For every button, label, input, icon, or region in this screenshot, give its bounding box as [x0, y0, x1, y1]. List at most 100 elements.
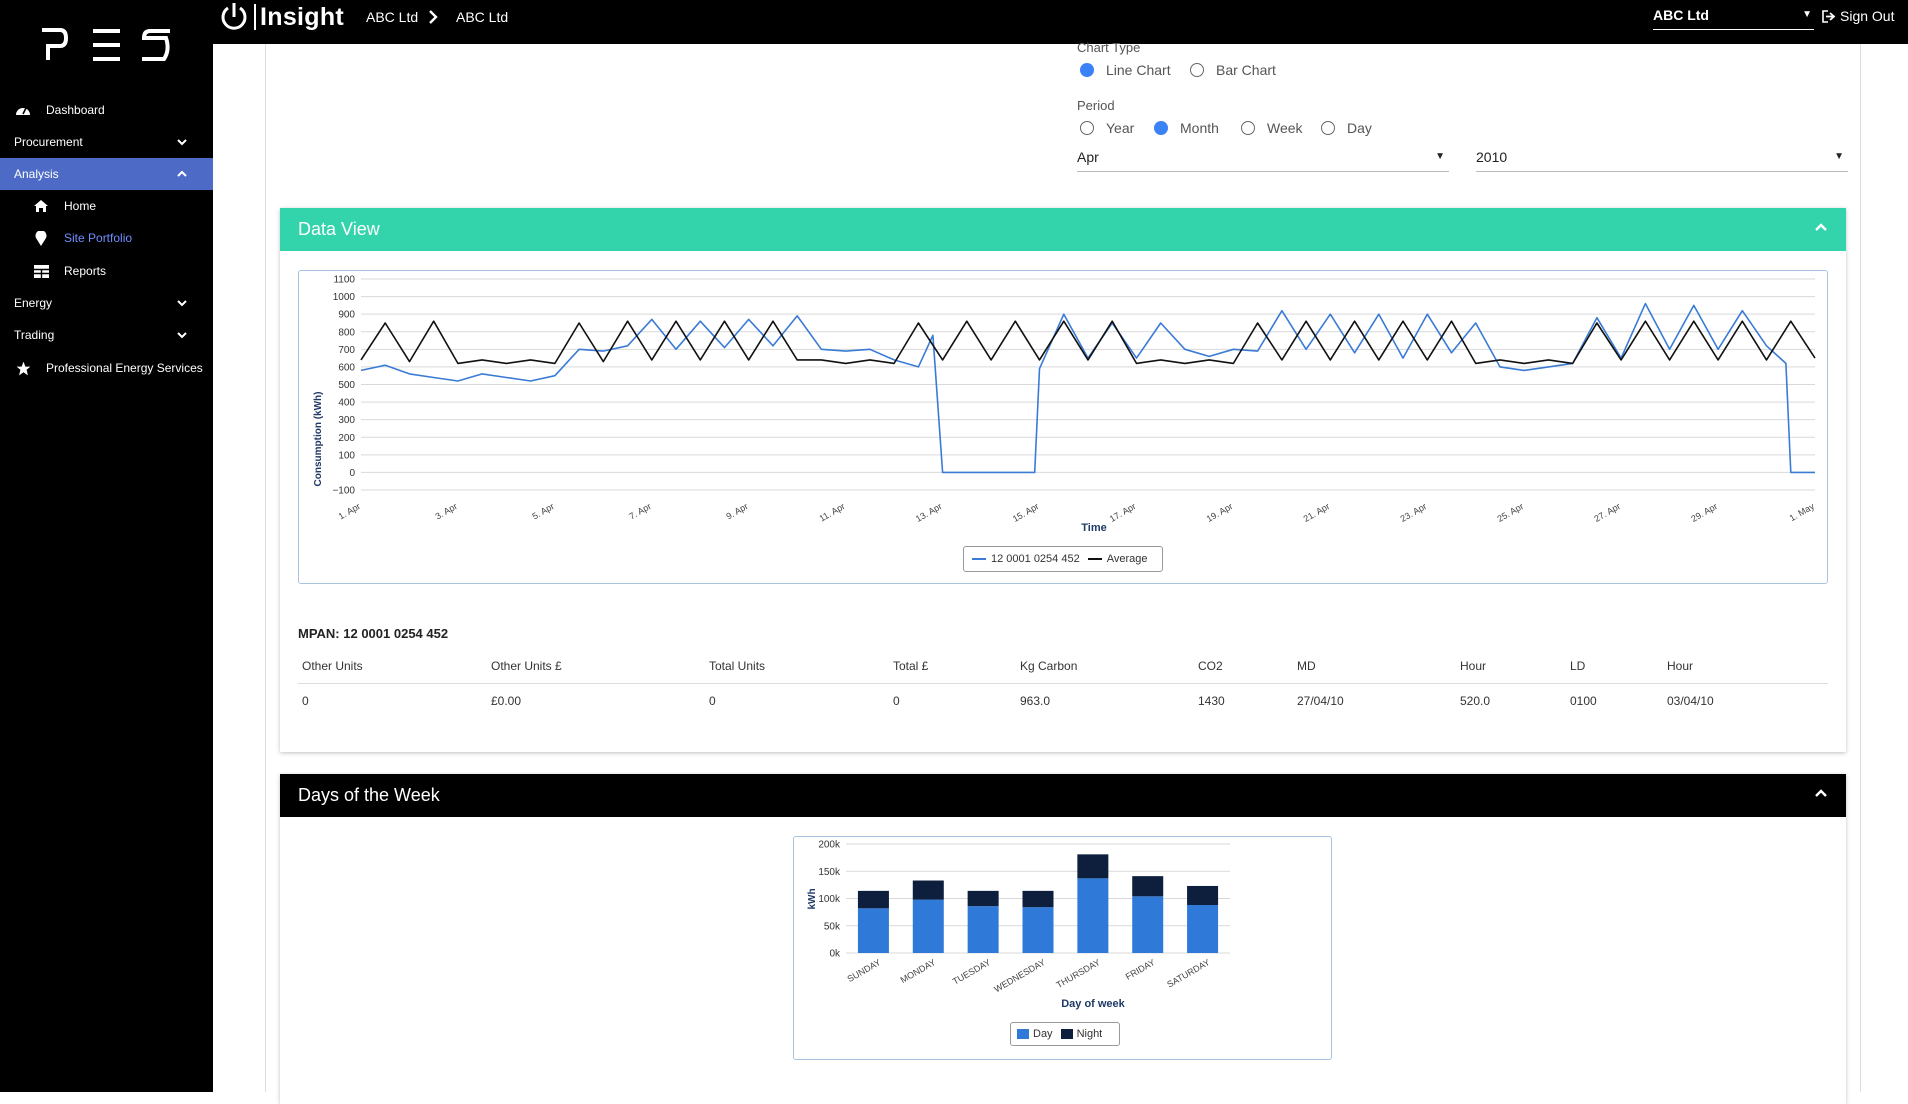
sidebar-item-label: Reports — [64, 264, 107, 278]
radio-week[interactable]: Week — [1241, 120, 1303, 136]
radio-indicator — [1321, 121, 1335, 135]
x-axis-label: Day of week — [1061, 998, 1125, 1010]
x-tick-label: MONDAY — [899, 957, 938, 985]
sign-out-button[interactable]: Sign Out — [1822, 8, 1894, 24]
consumption-chart-container: 1100 1000 900 800 700 600 500 400 300 200 100 0 −100… — [298, 270, 1828, 584]
radio-label: Day — [1347, 120, 1372, 136]
x-tick-label: SATURDAY — [1165, 957, 1211, 989]
bar-day[interactable] — [1077, 878, 1109, 953]
bar-night[interactable] — [1132, 876, 1164, 897]
legend-label[interactable]: Day — [1033, 1028, 1053, 1040]
consumption-line-chart: 110010009008007006005004003002001000−100… — [313, 275, 1816, 535]
map-pin-icon — [32, 229, 50, 247]
y-tick-label: 1100 — [333, 275, 355, 286]
stat-value: 520.0 — [1460, 694, 1491, 708]
stat-value: 0 — [893, 694, 900, 708]
bar-day[interactable] — [912, 899, 944, 953]
sidebar-item-label: Professional Energy Services — [46, 361, 203, 375]
legend-label[interactable]: 12 0001 0254 452 — [991, 553, 1080, 565]
y-tick-label: 50k — [824, 921, 841, 932]
collapse-icon[interactable] — [1814, 788, 1828, 798]
bar-day[interactable] — [1187, 905, 1219, 953]
home-icon — [32, 197, 50, 215]
brand[interactable]: Insight — [219, 0, 344, 34]
radio-indicator — [1080, 121, 1094, 135]
radio-day[interactable]: Day — [1321, 120, 1372, 136]
stat-header: Hour — [1667, 659, 1694, 673]
sidebar-item-procurement[interactable]: Procurement — [0, 126, 213, 158]
x-tick-label: 11. Apr — [818, 501, 847, 524]
bar-day[interactable] — [857, 908, 889, 953]
y-tick-label: 400 — [338, 398, 355, 409]
bar-night[interactable] — [912, 880, 944, 900]
legend-label[interactable]: Night — [1077, 1028, 1103, 1040]
bar-chart-legend: Day Night — [1010, 1022, 1120, 1046]
y-tick-label: 200 — [338, 433, 355, 444]
bar-night[interactable] — [1187, 885, 1219, 906]
stat-header: Hour — [1460, 659, 1487, 673]
stat-value: 0 — [709, 694, 716, 708]
mpan-stats: MPAN: 12 0001 0254 452 Other Units Other… — [298, 626, 1828, 708]
bar-day[interactable] — [1022, 907, 1054, 953]
radio-year[interactable]: Year — [1080, 120, 1134, 136]
bar-night[interactable] — [967, 890, 999, 907]
bar-night[interactable] — [857, 890, 889, 909]
x-tick-label: 29. Apr — [1689, 501, 1719, 524]
breadcrumb-item[interactable]: ABC Ltd — [456, 9, 508, 25]
sidebar-item-label: Energy — [14, 296, 53, 310]
line-chart-legend: 12 0001 0254 452 Average — [963, 546, 1163, 572]
series-line-meter[interactable] — [360, 302, 1815, 474]
days-of-week-header[interactable]: Days of the Week — [280, 774, 1846, 817]
sidebar-item-energy[interactable]: Energy — [0, 287, 213, 319]
top-bar: Insight ABC Ltd ABC Ltd ABC Ltd ▼ Sign O… — [213, 0, 1908, 44]
sidebar-item-site-portfolio[interactable]: Site Portfolio — [0, 222, 213, 254]
sidebar-item-trading[interactable]: Trading — [0, 319, 213, 351]
caret-down-icon: ▼ — [1834, 151, 1844, 162]
pes-logo — [42, 28, 170, 61]
stat-header: Other Units £ — [491, 659, 562, 673]
x-tick-label: 3. Apr — [434, 501, 459, 521]
data-view-title: Data View — [298, 219, 380, 239]
sidebar-item-reports[interactable]: Reports — [0, 255, 213, 287]
radio-month[interactable]: Month — [1154, 120, 1219, 136]
x-tick-label: WEDNESDAY — [992, 957, 1047, 994]
sidebar-item-dashboard[interactable]: Dashboard — [0, 94, 213, 126]
account-select-value: ABC Ltd — [1653, 7, 1709, 23]
radio-label: Week — [1267, 120, 1303, 136]
x-tick-label: 15. Apr — [1011, 501, 1041, 524]
chevron-up-icon — [177, 170, 187, 177]
x-axis-label: Time — [1081, 522, 1106, 534]
bar-night[interactable] — [1022, 890, 1054, 908]
days-of-week-title: Days of the Week — [298, 785, 440, 805]
radio-label: Bar Chart — [1216, 62, 1276, 78]
data-view-header[interactable]: Data View — [280, 208, 1846, 251]
account-select[interactable]: ABC Ltd ▼ — [1653, 4, 1814, 30]
x-tick-label: 9. Apr — [724, 501, 749, 521]
sidebar-item-analysis[interactable]: Analysis — [0, 158, 213, 190]
caret-down-icon: ▼ — [1802, 9, 1812, 20]
sidebar-item-professional-energy-services[interactable]: Professional Energy Services — [0, 352, 213, 384]
y-axis-label: Consumption (kWh) — [313, 392, 324, 487]
bar-day[interactable] — [1132, 896, 1164, 953]
y-tick-label: 600 — [338, 362, 355, 373]
sidebar-item-home[interactable]: Home — [0, 190, 213, 222]
collapse-icon[interactable] — [1814, 222, 1828, 232]
y-tick-label: 900 — [338, 310, 355, 321]
month-select[interactable]: Apr ▼ — [1077, 142, 1449, 172]
chevron-down-icon — [177, 139, 187, 146]
radio-indicator — [1190, 63, 1204, 77]
x-tick-label: 27. Apr — [1592, 501, 1622, 524]
bar-day[interactable] — [967, 906, 999, 953]
radio-line-chart[interactable]: Line Chart — [1080, 62, 1171, 78]
legend-label[interactable]: Average — [1107, 553, 1148, 565]
y-tick-label: 0 — [349, 468, 355, 479]
brand-name: Insight — [260, 2, 345, 31]
breadcrumb-item[interactable]: ABC Ltd — [366, 9, 418, 25]
divider — [298, 683, 1828, 684]
radio-bar-chart[interactable]: Bar Chart — [1190, 62, 1276, 78]
stat-header: Other Units — [302, 659, 363, 673]
bar-night[interactable] — [1077, 854, 1109, 879]
sidebar: Dashboard Procurement Analysis Home Site… — [0, 0, 213, 1092]
year-select[interactable]: 2010 ▼ — [1476, 142, 1848, 172]
x-tick-label: 13. Apr — [914, 501, 944, 524]
